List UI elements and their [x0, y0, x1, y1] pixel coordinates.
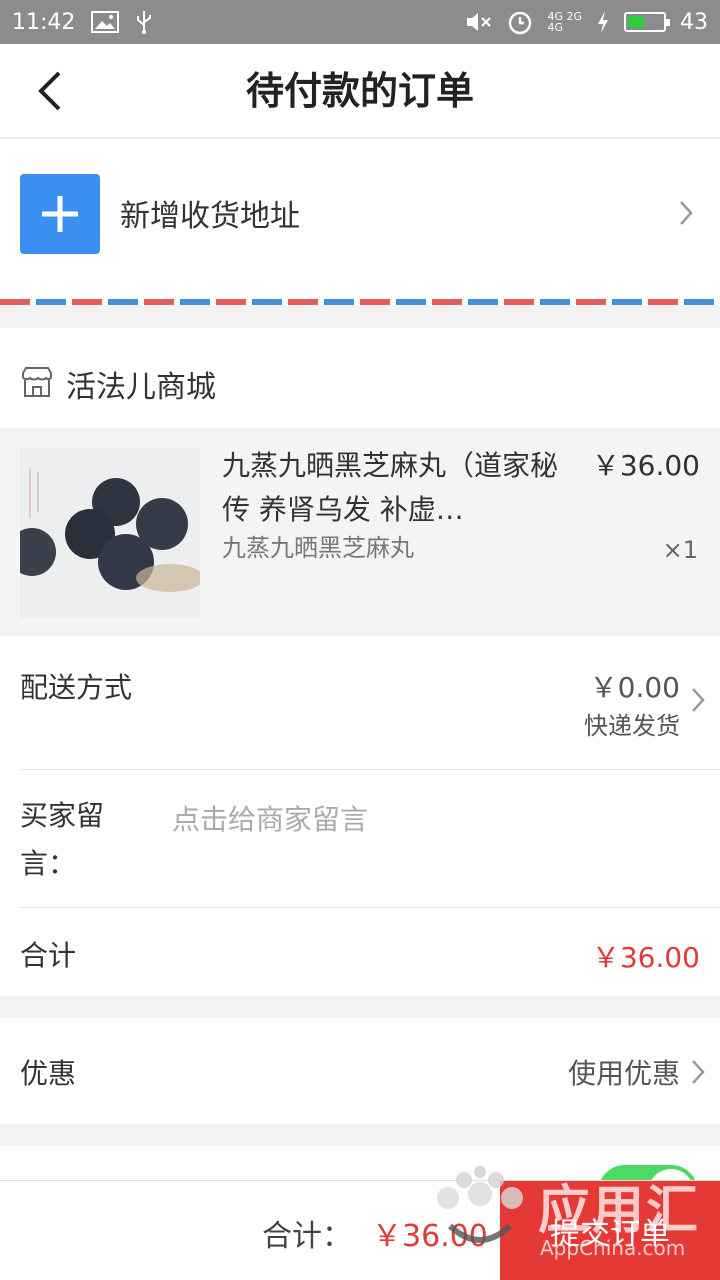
message-row: 买家留言： 点击给商家留言 — [0, 770, 720, 907]
mute-icon — [465, 10, 493, 34]
add-address-row[interactable]: 新增收货地址 — [0, 139, 720, 305]
battery-level: 43 — [680, 9, 708, 35]
product-title: 九蒸九晒黑芝麻丸（道家秘传 养肾乌发 补虚… — [222, 449, 559, 526]
status-time: 11:42 — [12, 9, 76, 35]
alarm-icon — [507, 9, 533, 35]
airmail-border — [0, 299, 720, 305]
image-icon — [91, 11, 120, 33]
back-button[interactable] — [26, 66, 74, 116]
chevron-right-icon — [690, 686, 706, 718]
subtotal-label: 合计 — [20, 939, 77, 972]
page-title: 待付款的订单 — [245, 69, 474, 113]
subtotal-value: ￥36.00 — [591, 941, 700, 974]
product-item[interactable]: 九蒸九晒黑芝麻丸（道家秘传 养肾乌发 补虚… 九蒸九晒黑芝麻丸 ￥36.00 ×… — [0, 428, 720, 636]
product-quantity: ×1 — [662, 536, 698, 564]
discount-label: 优惠 — [20, 1057, 77, 1090]
product-subtitle: 九蒸九晒黑芝麻丸 — [222, 534, 414, 562]
order-section: 活法儿商城 九蒸九晒黑芝麻丸（道家秘传 养肾乌发 补虚… 九蒸九晒黑芝麻丸 ￥3… — [0, 328, 720, 996]
charging-icon — [596, 10, 610, 34]
bottom-total-label: 合计： — [262, 1219, 352, 1254]
discount-value: 使用优惠 — [567, 1057, 680, 1090]
product-image — [20, 448, 200, 618]
shipping-method: 快递发货 — [584, 712, 680, 740]
signal-icon: 4G 2G 4G — [547, 11, 582, 33]
shipping-row[interactable]: 配送方式 ￥0.00 快递发货 — [0, 636, 720, 769]
bottom-total-value: ￥36.00 — [372, 1219, 488, 1254]
shop-header: 活法儿商城 — [20, 362, 216, 406]
bottom-bar: 合计： ￥36.00 提交订单 — [0, 1180, 720, 1280]
battery-icon — [624, 12, 670, 32]
plus-icon — [20, 174, 100, 254]
shop-name: 活法儿商城 — [66, 370, 216, 405]
message-label: 买家留言： — [20, 799, 105, 880]
chevron-right-icon — [678, 199, 694, 231]
discount-row[interactable]: 优惠 使用优惠 — [0, 1018, 720, 1124]
shipping-label: 配送方式 — [20, 671, 133, 704]
product-price: ￥36.00 — [591, 449, 700, 482]
message-input[interactable]: 点击给商家留言 — [172, 798, 368, 838]
add-address-label: 新增收货地址 — [120, 199, 300, 234]
status-bar: 11:42 4G 2G 4G 43 — [0, 0, 720, 44]
chevron-left-icon — [38, 71, 61, 111]
usb-icon — [135, 9, 153, 35]
shipping-price: ￥0.00 — [589, 671, 680, 704]
network-bottom: 4G — [547, 21, 563, 34]
subtotal-row: 合计 ￥36.00 — [0, 908, 720, 996]
store-icon — [20, 365, 54, 403]
chevron-right-icon — [690, 1058, 706, 1090]
nav-bar: 待付款的订单 — [0, 44, 720, 138]
submit-order-button[interactable]: 提交订单 — [500, 1181, 720, 1280]
